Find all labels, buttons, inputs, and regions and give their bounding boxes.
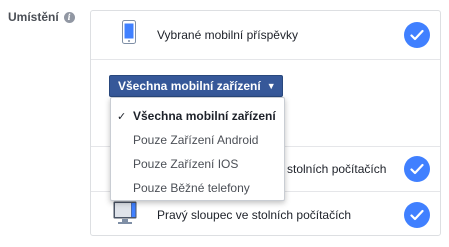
placement-row-mobile-feed[interactable]: Vybrané mobilní příspěvky xyxy=(91,11,440,60)
check-icon[interactable] xyxy=(404,202,430,228)
info-icon[interactable]: i xyxy=(63,11,75,23)
menu-item-ios[interactable]: Pouze Zařízení IOS xyxy=(111,152,284,176)
menu-item-all-devices[interactable]: ✓ Všechna mobilní zařízení xyxy=(111,104,284,128)
menu-item-feature-phones[interactable]: Pouze Běžné telefony xyxy=(111,176,284,200)
row-label-mobile-feed: Vybrané mobilní příspěvky xyxy=(157,28,298,42)
checkmark-icon: ✓ xyxy=(117,110,127,123)
menu-item-label: Pouze Běžné telefony xyxy=(133,181,250,195)
device-dropdown-label: Všechna mobilní zařízení xyxy=(118,79,261,93)
placement-label: Umístění xyxy=(8,10,59,24)
mobile-phone-icon xyxy=(122,20,136,44)
desktop-monitor-icon xyxy=(113,201,137,224)
device-dropdown-menu: ✓ Všechna mobilní zařízení Pouze Zařízen… xyxy=(110,97,285,201)
check-icon[interactable] xyxy=(404,22,430,48)
row-label-right-column: Pravý sloupec ve stolních počítačích xyxy=(157,208,352,222)
menu-item-label: Všechna mobilní zařízení xyxy=(133,109,276,123)
placement-label-group: Umístění i xyxy=(8,10,75,24)
menu-item-android[interactable]: Pouze Zařízení Android xyxy=(111,128,284,152)
menu-item-label: Pouze Zařízení IOS xyxy=(133,157,239,171)
menu-item-label: Pouze Zařízení Android xyxy=(133,133,259,147)
caret-down-icon: ▼ xyxy=(266,81,276,91)
device-dropdown-button[interactable]: Všechna mobilní zařízení ▼ xyxy=(109,75,283,97)
check-icon[interactable] xyxy=(404,156,430,182)
row-label-desktop-feed: stolních počítačích xyxy=(287,162,387,176)
